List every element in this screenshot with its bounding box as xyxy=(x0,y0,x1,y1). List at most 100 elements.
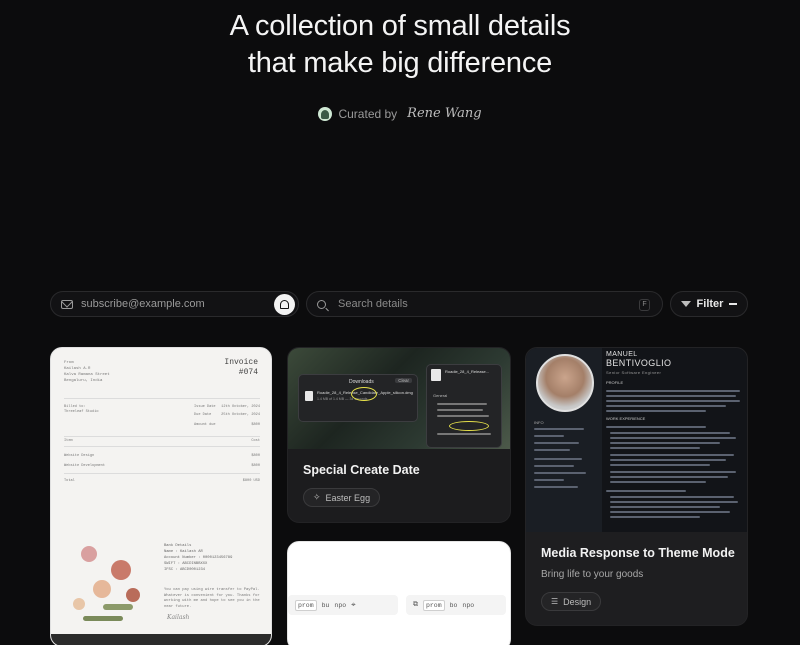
text-line xyxy=(610,496,734,498)
items-header: Item Cost xyxy=(64,439,260,443)
text-line xyxy=(606,395,736,397)
cursor-icon: ⌖ xyxy=(351,600,356,610)
finder-general: General xyxy=(433,393,448,398)
hero: A collection of small details that make … xyxy=(0,8,800,121)
shortcut-strip: ⧉ prom bo npo xyxy=(406,595,506,615)
issue-value: 12th October, 2024 xyxy=(221,405,260,409)
info-line xyxy=(437,433,491,435)
minus-icon xyxy=(729,303,738,305)
bank-details: Bank Details Name : Kailash AR Account N… xyxy=(164,543,232,573)
title-line-2: that make big difference xyxy=(247,47,553,79)
filter-button[interactable]: Filter xyxy=(670,291,748,317)
key-text: bu xyxy=(321,601,330,609)
text-line xyxy=(606,490,686,492)
text-line xyxy=(610,506,720,508)
text-line xyxy=(610,476,728,478)
invoice-card[interactable]: From Kailash A.R Kalva Ramana Street Ben… xyxy=(50,347,272,645)
info-line xyxy=(534,472,586,474)
filter-icon xyxy=(680,301,691,307)
amount-value: $800 xyxy=(251,423,260,427)
info-line xyxy=(437,409,483,411)
bank-value: : ABCD0001234 xyxy=(175,568,206,572)
bank-value: : ABCDINBBXXX xyxy=(177,562,208,566)
due-value: 25th October, 2024 xyxy=(221,413,260,417)
item-cost: $800 xyxy=(251,464,260,468)
search-shortcut-key: F xyxy=(639,299,650,311)
key-text: bo xyxy=(449,601,458,609)
tag-design[interactable]: ☰ Design xyxy=(541,592,602,611)
invoice-title: Invoice xyxy=(224,358,258,367)
item-name: Website Development xyxy=(64,464,105,468)
text-line xyxy=(610,511,730,513)
cost-header: Cost xyxy=(251,439,260,443)
text-line xyxy=(610,442,720,444)
resume-experience-heading: WORK EXPERIENCE xyxy=(606,416,646,421)
info-line xyxy=(534,428,584,430)
info-line xyxy=(534,465,574,467)
special-create-date-card[interactable]: Downloads Clear Roadie_28_4_Release_Cand… xyxy=(287,347,511,523)
card-preview: Downloads Clear Roadie_28_4_Release_Cand… xyxy=(288,348,510,449)
from-line: Bengaluru, India xyxy=(64,379,103,383)
text-line xyxy=(610,516,700,518)
divider xyxy=(64,398,260,399)
text-line xyxy=(610,501,738,503)
tag-label: Easter Egg xyxy=(325,492,371,503)
billed-name: Threeleaf Studio xyxy=(64,410,124,414)
shortcut-card[interactable]: prom bu npo ⌖ ⧉ prom bo npo xyxy=(287,541,511,645)
subscribe-input[interactable] xyxy=(81,298,261,310)
invoice-heading: Invoice #074 xyxy=(224,358,258,378)
subscribe-field xyxy=(50,291,299,317)
text-line xyxy=(610,454,734,456)
highlight-circle xyxy=(449,421,489,431)
text-line xyxy=(610,481,706,483)
title-line-1: A collection of small details xyxy=(229,10,571,42)
text-line xyxy=(610,437,736,439)
flower xyxy=(111,560,131,580)
toolbar: F Filter xyxy=(50,291,748,318)
key-text: npo xyxy=(462,601,475,609)
finder-info-window: Roadie_28_4_Release... General xyxy=(426,364,502,448)
layers-icon: ☰ xyxy=(551,597,559,606)
text-line xyxy=(606,400,740,402)
invoice-footer-bar xyxy=(51,634,271,645)
due-label: Due Date xyxy=(194,413,212,417)
key-chip: prom xyxy=(423,599,445,611)
downloads-title: Downloads xyxy=(349,379,374,385)
curator-avatar xyxy=(318,106,333,121)
flower xyxy=(126,588,140,602)
sparkle-icon: ✧ xyxy=(313,492,321,502)
bank-label: IFSC xyxy=(164,568,174,572)
text-line xyxy=(606,410,706,412)
table-row: Website Development $800 xyxy=(64,464,260,468)
resume-preview: INFO MANUEL BENTIVOGLIO Senior Software … xyxy=(526,348,747,532)
highlight-circle xyxy=(351,387,377,401)
bank-label: SWIFT xyxy=(164,562,176,566)
flower xyxy=(73,598,85,610)
amount-row: Amount due $800 xyxy=(194,423,260,427)
search-input[interactable] xyxy=(338,298,618,310)
bell-icon xyxy=(280,300,289,309)
file-icon xyxy=(431,369,441,381)
tag-easter-egg[interactable]: ✧ Easter Egg xyxy=(303,488,381,507)
divider xyxy=(64,473,260,474)
billed-to-label: Billed to: xyxy=(64,405,124,409)
media-response-card[interactable]: INFO MANUEL BENTIVOGLIO Senior Software … xyxy=(525,347,748,626)
curated-label: Curated by xyxy=(338,106,398,121)
info-line xyxy=(534,479,564,481)
text-line xyxy=(610,447,700,449)
divider xyxy=(64,446,260,447)
bank-value: : 0000123456789 xyxy=(198,556,233,560)
subscribe-button[interactable] xyxy=(274,294,295,315)
billed-name-text: Threeleaf Studio xyxy=(64,410,99,414)
tag-label: Design xyxy=(563,596,592,607)
item-header: Item xyxy=(64,439,73,443)
bank-label: Account Number xyxy=(164,556,196,560)
flower xyxy=(93,580,111,598)
text-line xyxy=(610,464,710,466)
invoice-note: You can pay using wire transfer to PayPa… xyxy=(164,588,260,609)
bank-label: Name xyxy=(164,550,174,554)
search-field: F xyxy=(306,291,663,317)
downloads-window: Downloads Clear Roadie_28_4_Release_Cand… xyxy=(298,374,418,422)
item-name: Website Design xyxy=(64,454,95,458)
resume-name: MANUEL BENTIVOGLIO Senior Software Engin… xyxy=(606,351,671,377)
